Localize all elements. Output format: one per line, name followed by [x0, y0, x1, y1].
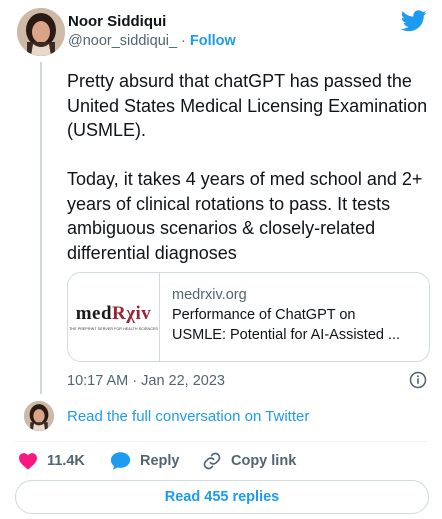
tweet-text: Pretty absurd that chatGPT has passed th… [67, 71, 428, 263]
reply-action[interactable]: Reply [110, 451, 180, 471]
read-replies-label: Read 455 replies [164, 489, 280, 505]
conversation-avatar[interactable] [24, 401, 54, 431]
author-name[interactable]: Noor Siddiqui [68, 13, 166, 30]
twitter-bird-icon[interactable] [400, 10, 427, 32]
logo-text-med: med [75, 303, 113, 324]
link-preview-card[interactable]: medRχiv THE PREPRINT SERVER FOR HEALTH S… [67, 272, 430, 362]
logo-text-rxiv: Rχiv [112, 303, 152, 324]
read-replies-button[interactable]: Read 455 replies [15, 480, 429, 514]
like-count: 11.4K [47, 453, 85, 469]
medrxiv-logo: medRχiv [76, 303, 152, 325]
card-thumbnail: medRχiv THE PREPRINT SERVER FOR HEALTH S… [68, 273, 160, 361]
reply-label: Reply [140, 453, 180, 469]
logo-tagline: THE PREPRINT SERVER FOR HEALTH SCIENCES [69, 327, 158, 331]
tweet-timestamp[interactable]: 10:17 AM · Jan 22, 2023 [67, 373, 225, 389]
follow-button[interactable]: Follow [190, 33, 236, 49]
like-action[interactable]: 11.4K [18, 451, 85, 471]
read-conversation-link[interactable]: Read the full conversation on Twitter [67, 408, 309, 425]
thread-line [40, 62, 42, 394]
card-title-line1: Performance of ChatGPT on [172, 307, 356, 323]
heart-icon [19, 453, 37, 470]
link-icon [203, 452, 221, 470]
copy-link-action[interactable]: Copy link [202, 451, 296, 471]
author-handle[interactable]: @noor_siddiqui_ [68, 33, 177, 49]
separator-dot: · [181, 33, 186, 49]
copy-link-label: Copy link [231, 453, 297, 469]
card-title-line2: USMLE: Potential for AI-Assisted ... [172, 327, 401, 343]
author-avatar[interactable] [17, 8, 65, 56]
divider [15, 441, 427, 442]
card-domain: medrxiv.org [172, 287, 247, 303]
info-icon[interactable] [409, 371, 427, 389]
card-text: medrxiv.org Performance of ChatGPT on US… [160, 273, 412, 361]
reply-bubble-icon [110, 452, 131, 470]
author-meta: @noor_siddiqui_ · Follow [68, 33, 236, 49]
